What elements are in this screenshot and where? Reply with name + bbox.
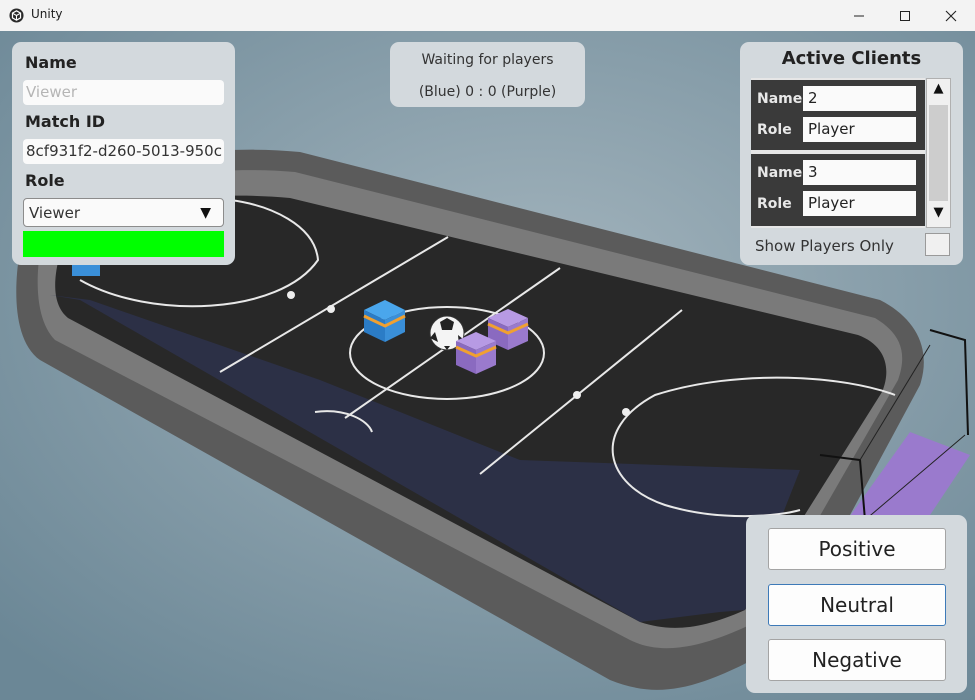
match-id-label: Match ID xyxy=(25,112,106,131)
client-name-key: Name xyxy=(757,91,803,107)
field-dot xyxy=(287,291,295,299)
role-dropdown-value: Viewer xyxy=(29,204,80,222)
client-name-value[interactable]: 3 xyxy=(803,160,916,185)
status-color-indicator xyxy=(23,231,224,257)
status-text: Waiting for players xyxy=(421,52,554,68)
identity-panel: Name Viewer Match ID 8cf931f2-d260-5013-… xyxy=(12,42,235,265)
minimize-button[interactable] xyxy=(836,0,882,31)
role-label: Role xyxy=(25,171,65,190)
scroll-down-icon[interactable]: ▼ xyxy=(929,205,948,225)
scrollbar-thumb[interactable] xyxy=(929,105,948,201)
score-text: (Blue) 0 : 0 (Purple) xyxy=(418,84,557,100)
unity-icon xyxy=(9,8,24,23)
field-dot xyxy=(622,408,630,416)
negative-button[interactable]: Negative xyxy=(768,639,946,681)
client-role-key: Role xyxy=(757,196,792,212)
title-bar: Unity xyxy=(0,0,975,32)
neutral-button[interactable]: Neutral xyxy=(768,584,946,626)
name-label: Name xyxy=(25,53,77,72)
client-name-value[interactable]: 2 xyxy=(803,86,916,111)
role-dropdown[interactable]: Viewer ▼ xyxy=(23,198,224,227)
field-dot xyxy=(327,305,335,313)
client-role-key: Role xyxy=(757,122,792,138)
scroll-up-icon[interactable]: ▲ xyxy=(929,81,948,101)
close-icon xyxy=(945,10,957,21)
active-clients-title: Active Clients xyxy=(781,48,922,69)
match-status-panel: Waiting for players (Blue) 0 : 0 (Purple… xyxy=(390,42,585,107)
positive-button[interactable]: Positive xyxy=(768,528,946,570)
field-dot xyxy=(573,391,581,399)
show-players-only-checkbox[interactable] xyxy=(925,233,950,256)
client-card: Name 2 Role Player xyxy=(751,80,925,150)
clients-scrollbar[interactable]: ▲ ▼ xyxy=(926,78,951,228)
name-input[interactable]: Viewer xyxy=(23,80,224,105)
match-id-input[interactable]: 8cf931f2-d260-5013-950c xyxy=(23,139,224,164)
chevron-down-icon: ▼ xyxy=(200,205,211,221)
window-title: Unity xyxy=(31,7,63,21)
minimize-icon xyxy=(854,15,864,16)
client-role-value[interactable]: Player xyxy=(803,117,916,142)
maximize-icon xyxy=(900,10,910,21)
maximize-button[interactable] xyxy=(882,0,928,31)
show-players-only-label: Show Players Only xyxy=(755,237,894,255)
close-button[interactable] xyxy=(928,0,974,31)
client-name-key: Name xyxy=(757,165,803,181)
client-card: Name 3 Role Player xyxy=(751,154,925,226)
client-role-value[interactable]: Player xyxy=(803,191,916,216)
